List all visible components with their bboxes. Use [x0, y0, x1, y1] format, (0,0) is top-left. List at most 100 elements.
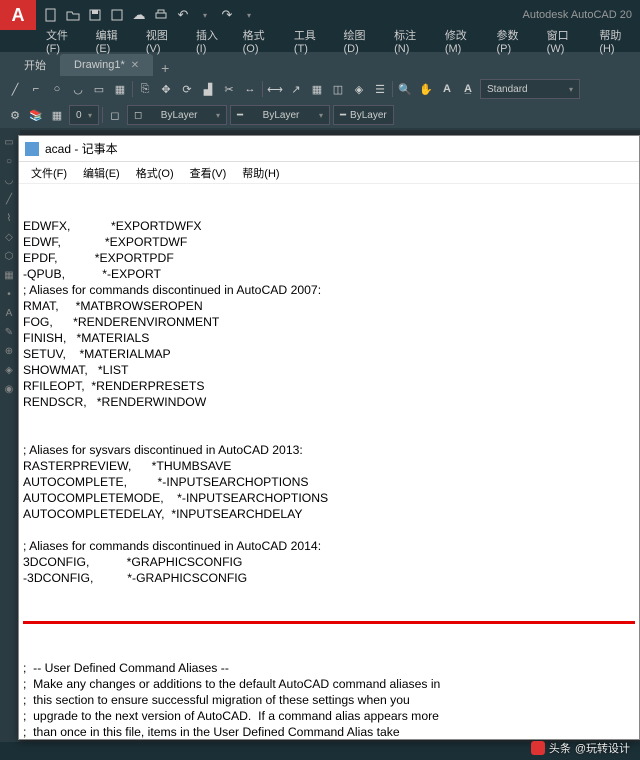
grid-icon[interactable]: ▦: [48, 106, 66, 124]
undo-dd-icon[interactable]: [196, 6, 214, 24]
tool-icon[interactable]: ◉: [0, 381, 18, 397]
leader-icon[interactable]: ↗: [287, 80, 305, 98]
menu-param[interactable]: 参数(P): [486, 24, 536, 58]
notepad-window: acad - 记事本 文件(F) 编辑(E) 格式(O) 查看(V) 帮助(H)…: [18, 135, 640, 740]
layers-icon[interactable]: 📚: [27, 106, 45, 124]
tool-icon[interactable]: ╱: [0, 191, 18, 207]
tool-icon[interactable]: ○: [0, 153, 18, 169]
doctab-add[interactable]: +: [153, 60, 177, 76]
tool-icon[interactable]: ◡: [0, 172, 18, 188]
menu-insert[interactable]: 插入(I): [186, 24, 233, 58]
hatch-icon[interactable]: ▦: [111, 80, 129, 98]
new-icon[interactable]: [42, 6, 60, 24]
dd-value: ByLayer: [263, 110, 300, 121]
menu-edit[interactable]: 编辑(E): [86, 24, 136, 58]
layer-state-dropdown[interactable]: 0: [69, 105, 99, 125]
dd-value: ByLayer: [161, 110, 198, 121]
text-icon[interactable]: A: [438, 80, 456, 98]
rect-icon[interactable]: ▭: [90, 80, 108, 98]
mtext-icon[interactable]: A̲: [459, 80, 477, 98]
print-icon[interactable]: [152, 6, 170, 24]
doctab-start[interactable]: 开始: [10, 54, 60, 76]
undo-icon[interactable]: ↶: [174, 6, 192, 24]
block-icon[interactable]: ◫: [329, 80, 347, 98]
layer-dropdown[interactable]: ◻ByLayer: [127, 105, 227, 125]
np-menu-view[interactable]: 查看(V): [182, 163, 235, 183]
save-icon[interactable]: [86, 6, 104, 24]
menu-format[interactable]: 格式(O): [233, 24, 284, 58]
menu-draw[interactable]: 绘图(D): [333, 24, 384, 58]
separator: [262, 81, 263, 97]
layer-icon[interactable]: ◈: [350, 80, 368, 98]
redo-dd-icon[interactable]: [240, 6, 258, 24]
redo-icon[interactable]: ↷: [218, 6, 236, 24]
menu-file[interactable]: 文件(F): [36, 24, 86, 58]
ribbon-row-1: ╱ ⌐ ○ ◡ ▭ ▦ ⎘ ✥ ⟳ ▟ ✂ ↔ ⟷ ↗ ▦ ◫ ◈ ☰ 🔍 ✋ …: [0, 76, 640, 102]
np-menu-file[interactable]: 文件(F): [23, 163, 75, 183]
open-icon[interactable]: [64, 6, 82, 24]
notepad-text-bottom: ; -- User Defined Command Aliases -- ; M…: [23, 660, 635, 739]
move-icon[interactable]: ✥: [157, 80, 175, 98]
saveas-icon[interactable]: [108, 6, 126, 24]
left-toolbar: ▭ ○ ◡ ╱ ⌇ ◇ ⬡ ▦ • A ✎ ⊕ ◈ ◉: [0, 130, 20, 742]
props-icon[interactable]: ☰: [371, 80, 389, 98]
dd-value: Standard: [487, 84, 528, 95]
tool-icon[interactable]: A: [0, 305, 18, 321]
arc-icon[interactable]: ◡: [69, 80, 87, 98]
dd-value: ByLayer: [350, 110, 387, 121]
table-icon[interactable]: ▦: [308, 80, 326, 98]
ribbon-row-2: ⚙ 📚 ▦ 0 ◻ ◻ByLayer ━ByLayer ━ByLayer: [0, 102, 640, 128]
mirror-icon[interactable]: ▟: [199, 80, 217, 98]
cloud-icon[interactable]: ☁: [130, 6, 148, 24]
pan-icon[interactable]: ✋: [417, 80, 435, 98]
app-title: Autodesk AutoCAD 20: [264, 9, 640, 21]
color-swatch-icon[interactable]: ◻: [106, 106, 124, 124]
tool-icon[interactable]: •: [0, 286, 18, 302]
close-icon[interactable]: ✕: [131, 60, 139, 71]
quick-access-toolbar: ☁ ↶ ↷: [36, 6, 264, 24]
tool-icon[interactable]: ◈: [0, 362, 18, 378]
red-highlight-line: [23, 621, 635, 624]
menu-view[interactable]: 视图(V): [136, 24, 186, 58]
tool-icon[interactable]: ▭: [0, 134, 18, 150]
menu-help[interactable]: 帮助(H): [589, 24, 640, 58]
copy-icon[interactable]: ⎘: [136, 80, 154, 98]
tool-icon[interactable]: ✎: [0, 324, 18, 340]
tool-icon[interactable]: ⬡: [0, 248, 18, 264]
separator: [102, 107, 103, 123]
notepad-menubar: 文件(F) 编辑(E) 格式(O) 查看(V) 帮助(H): [19, 162, 639, 184]
np-menu-format[interactable]: 格式(O): [128, 163, 182, 183]
rotate-icon[interactable]: ⟳: [178, 80, 196, 98]
menu-window[interactable]: 窗口(W): [537, 24, 590, 58]
menu-dim[interactable]: 标注(N): [384, 24, 435, 58]
notepad-textarea[interactable]: EDWFX, *EXPORTDWFX EDWF, *EXPORTDWF EPDF…: [19, 184, 639, 739]
dim-icon[interactable]: ⟷: [266, 80, 284, 98]
watermark-logo-icon: [531, 741, 545, 755]
polyline-icon[interactable]: ⌐: [27, 80, 45, 98]
tool-icon[interactable]: ⌇: [0, 210, 18, 226]
color-dropdown[interactable]: ━ByLayer: [230, 105, 330, 125]
separator: [132, 81, 133, 97]
extend-icon[interactable]: ↔: [241, 80, 259, 98]
trim-icon[interactable]: ✂: [220, 80, 238, 98]
app-logo[interactable]: A: [0, 0, 36, 30]
tool-icon[interactable]: ▦: [0, 267, 18, 283]
doctab-label: Drawing1*: [74, 59, 125, 71]
tool-icon[interactable]: ◇: [0, 229, 18, 245]
notepad-titlebar[interactable]: acad - 记事本: [19, 136, 639, 162]
circle-icon[interactable]: ○: [48, 80, 66, 98]
notepad-title: acad - 记事本: [45, 140, 118, 157]
zoom-icon[interactable]: 🔍: [396, 80, 414, 98]
line-icon[interactable]: ╱: [6, 80, 24, 98]
menu-modify[interactable]: 修改(M): [435, 24, 487, 58]
menu-tools[interactable]: 工具(T): [284, 24, 334, 58]
linetype-dropdown[interactable]: ━ByLayer: [333, 105, 394, 125]
np-menu-help[interactable]: 帮助(H): [234, 163, 287, 183]
np-menu-edit[interactable]: 编辑(E): [75, 163, 128, 183]
notepad-text-top: EDWFX, *EXPORTDWFX EDWF, *EXPORTDWF EPDF…: [23, 218, 635, 586]
separator: [392, 81, 393, 97]
doctab-drawing1[interactable]: Drawing1* ✕: [60, 54, 153, 76]
textstyle-dropdown[interactable]: Standard: [480, 79, 580, 99]
tool-icon[interactable]: ⊕: [0, 343, 18, 359]
gear-icon[interactable]: ⚙: [6, 106, 24, 124]
